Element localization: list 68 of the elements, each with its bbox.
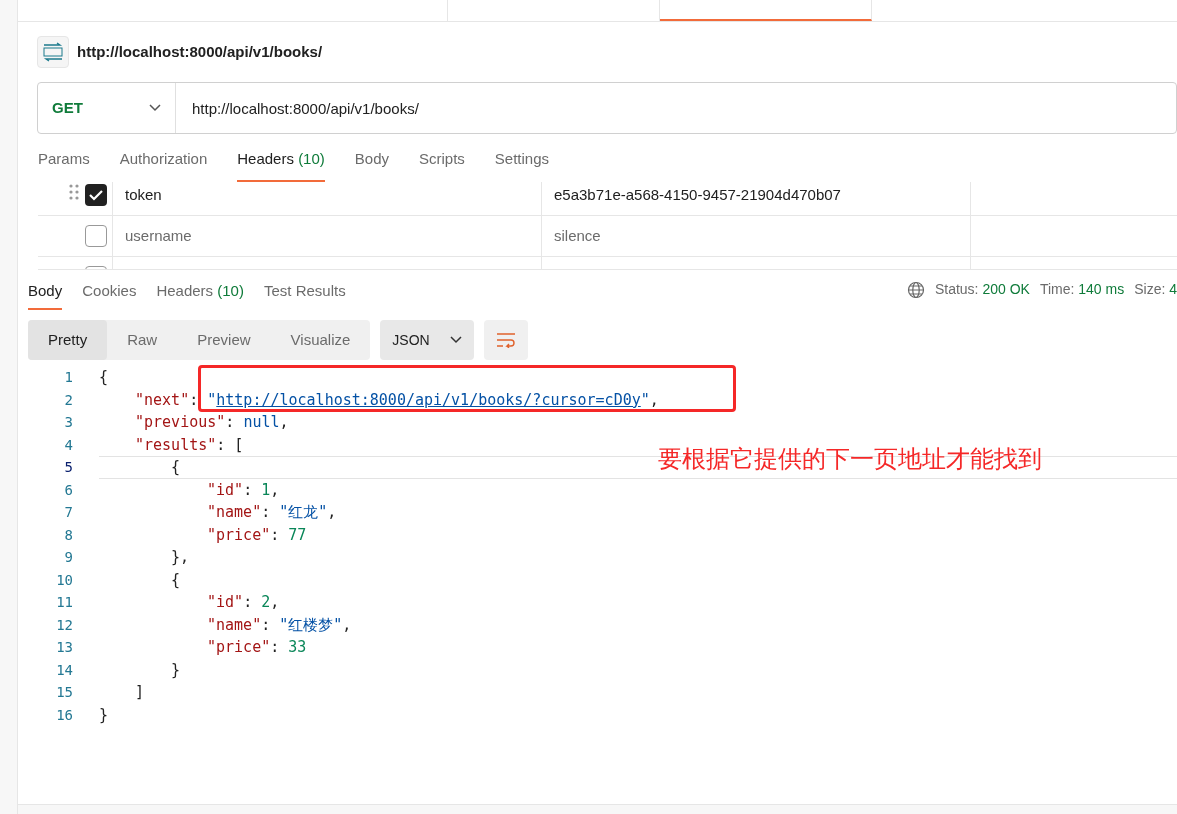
format-dropdown[interactable]: JSON (380, 320, 475, 360)
line-number: 2 (63, 390, 73, 410)
line-number: 13 (55, 638, 73, 657)
header-value: e5a3b71e-a568-4150-9457-21904d470b07 (554, 184, 841, 205)
response-tab[interactable]: Body (28, 279, 63, 310)
line-number: 7 (63, 503, 73, 522)
chevron-down-icon (149, 104, 161, 112)
header-checkbox[interactable] (85, 184, 107, 206)
drag-handle-icon[interactable] (69, 184, 79, 200)
line-number: 14 (55, 660, 73, 680)
code-line: "price": 77 (206, 524, 308, 546)
check-icon (89, 189, 103, 201)
line-number: 9 (63, 548, 73, 567)
request-section-tab[interactable]: Params (38, 147, 90, 182)
code-line: "previous": null, (134, 412, 290, 433)
line-number: 12 (55, 615, 73, 635)
code-line: "name": "红龙", (206, 502, 338, 523)
view-mode-tab[interactable]: Raw (107, 320, 178, 360)
code-line: { (170, 569, 182, 591)
line-number: 1 (63, 368, 73, 387)
code-line: "id": 1, (206, 479, 281, 501)
line-number: 11 (55, 593, 73, 612)
line-number: 3 (63, 413, 73, 432)
code-line: } (170, 659, 182, 681)
view-mode-tab[interactable]: Preview (177, 320, 271, 360)
response-tab[interactable]: Test Results (263, 279, 346, 310)
code-line: }, (170, 547, 191, 568)
http-icon (37, 36, 69, 68)
request-section-tab[interactable]: Authorization (119, 147, 208, 182)
line-number: 10 (55, 570, 73, 590)
time-text: Time: 140 ms (1039, 280, 1125, 299)
chevron-down-icon (450, 336, 463, 344)
line-number: 16 (55, 705, 73, 725)
code-line: "results": [ (134, 434, 245, 456)
request-section-tab[interactable]: Settings (494, 147, 550, 182)
code-line: "next": "http://localhost:8000/api/v1/books/?cursor=cD0y", (134, 389, 660, 411)
code-line: "name": "红楼梦", (206, 614, 353, 636)
annotation-text: 要根据它提供的下一页地址才能找到 (658, 444, 1042, 474)
response-tab[interactable]: Headers (10) (156, 279, 244, 310)
request-section-tab[interactable]: Headers (10) (237, 147, 325, 182)
code-line: ] (134, 682, 146, 703)
request-section-tab[interactable]: Scripts (419, 147, 465, 182)
wrap-lines-button[interactable] (484, 320, 529, 360)
view-mode-tab[interactable]: Visualize (270, 320, 371, 360)
code-line: "price": 33 (206, 637, 308, 658)
status-text: Status: 200 OK (934, 280, 1030, 299)
code-line: } (99, 704, 110, 726)
header-key: username (125, 224, 192, 248)
line-number: 15 (55, 683, 73, 702)
size-text: Size: 4 (1134, 280, 1177, 299)
line-number: 6 (63, 480, 73, 500)
wrap-lines-icon (496, 332, 517, 348)
url-bar[interactable]: GET http://localhost:8000/api/v1/books/ (37, 82, 1177, 134)
globe-icon[interactable] (906, 280, 925, 299)
line-number: 8 (63, 525, 73, 545)
code-line: { (99, 367, 110, 388)
line-number: 5 (63, 458, 73, 477)
header-value: silence (554, 225, 601, 246)
code-line: "id": 2, (206, 592, 281, 613)
request-tab[interactable] (660, 0, 872, 21)
header-key: token (125, 183, 162, 207)
method-dropdown[interactable]: GET (38, 83, 176, 133)
response-tab[interactable]: Cookies (82, 279, 137, 310)
view-mode-tab[interactable]: Pretty (28, 320, 108, 360)
request-section-tab[interactable]: Body (354, 147, 389, 182)
request-title: http://localhost:8000/api/v1/books/ (77, 41, 323, 62)
line-number: 4 (63, 435, 73, 455)
header-checkbox[interactable] (85, 225, 107, 247)
